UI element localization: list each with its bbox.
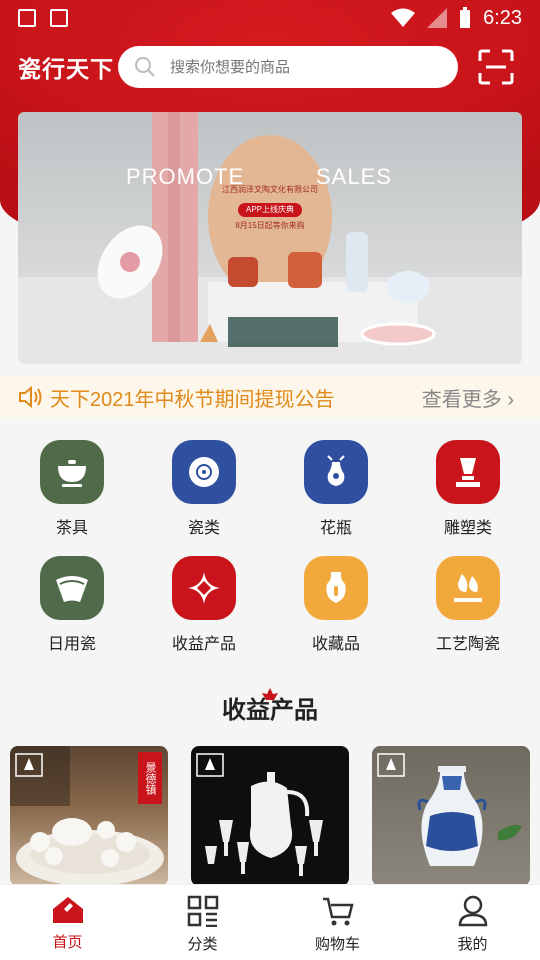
jar-icon (304, 556, 368, 620)
category-porcelain[interactable]: 瓷类 (138, 440, 270, 538)
flame-icon (436, 556, 500, 620)
brand-logo-icon (196, 753, 224, 777)
battery-icon (460, 7, 471, 28)
wifi-icon (391, 8, 416, 27)
tab-label: 我的 (457, 936, 488, 953)
vase-icon (304, 440, 368, 504)
category-sculpture[interactable]: 雕塑类 (402, 440, 534, 538)
plate-icon (172, 440, 236, 504)
category-label: 收藏品 (311, 636, 360, 653)
category-label: 工艺陶瓷 (435, 636, 500, 653)
brand-logo-icon (377, 753, 405, 777)
tab-label: 分类 (187, 936, 218, 953)
category-label: 花瓶 (319, 520, 352, 537)
banner-company: 江西润泽文陶文化有限公司 (222, 185, 318, 194)
product-card[interactable] (191, 746, 349, 886)
search-input[interactable] (170, 58, 420, 76)
section-title: 收益产品 (222, 697, 318, 724)
tab-label: 首页 (52, 934, 83, 951)
category-label: 雕塑类 (443, 520, 492, 537)
category-craft-ceramics[interactable]: 工艺陶瓷 (402, 556, 534, 654)
diamond-icon (172, 556, 236, 620)
product-list: 景德镇 (10, 746, 530, 886)
fan-icon (40, 556, 104, 620)
category-label: 日用瓷 (47, 636, 96, 653)
category-label: 收益产品 (171, 636, 236, 653)
product-stamp: 景德镇 (138, 752, 162, 804)
tab-label: 购物车 (314, 936, 360, 953)
tab-cart[interactable]: 购物车 (270, 885, 405, 960)
brand-title: 瓷行天下 (18, 56, 114, 82)
category-label: 瓷类 (187, 520, 220, 537)
banner-headline-right: SALES (316, 164, 392, 189)
cart-icon (322, 897, 354, 926)
search-icon (135, 57, 155, 77)
product-card[interactable] (372, 746, 530, 886)
grid-icon (187, 895, 218, 927)
category-collectibles[interactable]: 收藏品 (270, 556, 402, 654)
bottom-tab-bar: 首页 分类 购物车 我的 (0, 884, 540, 960)
top-bar: 瓷行天下 (0, 46, 540, 88)
notice-more-label: 查看更多 (421, 388, 502, 411)
brand-logo-icon (15, 753, 43, 777)
product-card[interactable]: 景德镇 (10, 746, 168, 886)
text-icon (50, 9, 68, 27)
scan-icon[interactable] (478, 49, 514, 85)
tab-home[interactable]: 首页 (0, 885, 135, 960)
notice-more-link[interactable]: 查看更多 › (422, 383, 514, 412)
category-tea-set[interactable]: 茶具 (6, 440, 138, 538)
banner-date-line: 8月15日起等你来购 (235, 221, 305, 230)
tab-profile[interactable]: 我的 (405, 885, 540, 960)
home-icon (52, 897, 83, 923)
category-grid: 茶具 瓷类 花瓶 雕塑类 日用瓷 收益产品 收藏品 工艺陶瓷 (0, 440, 540, 654)
promo-banner[interactable]: PROMOTE SALES 江西润泽文陶文化有限公司 APP上线庆典 8月15日… (18, 112, 522, 364)
tab-category[interactable]: 分类 (135, 885, 270, 960)
banner-tag: APP上线庆典 (238, 203, 302, 217)
sculpture-icon (436, 440, 500, 504)
user-icon (458, 895, 487, 927)
category-vase[interactable]: 花瓶 (270, 440, 402, 538)
category-daily-porcelain[interactable]: 日用瓷 (6, 556, 138, 654)
notice-text: 天下2021年中秋节期间提现公告 (50, 388, 335, 411)
status-time: 6:23 (483, 6, 522, 29)
category-label: 茶具 (55, 520, 88, 537)
signal-icon (427, 8, 448, 28)
speaker-icon (19, 386, 42, 408)
banner-art (18, 112, 522, 364)
search-box[interactable] (118, 46, 458, 88)
chevron-right-icon: › (507, 388, 514, 411)
category-income-product[interactable]: 收益产品 (138, 556, 270, 654)
gallery-icon (18, 9, 36, 27)
tea-set-icon (40, 440, 104, 504)
notice-bar[interactable]: 天下2021年中秋节期间提现公告 查看更多 › (0, 376, 540, 418)
status-bar: 6:23 (0, 0, 540, 36)
